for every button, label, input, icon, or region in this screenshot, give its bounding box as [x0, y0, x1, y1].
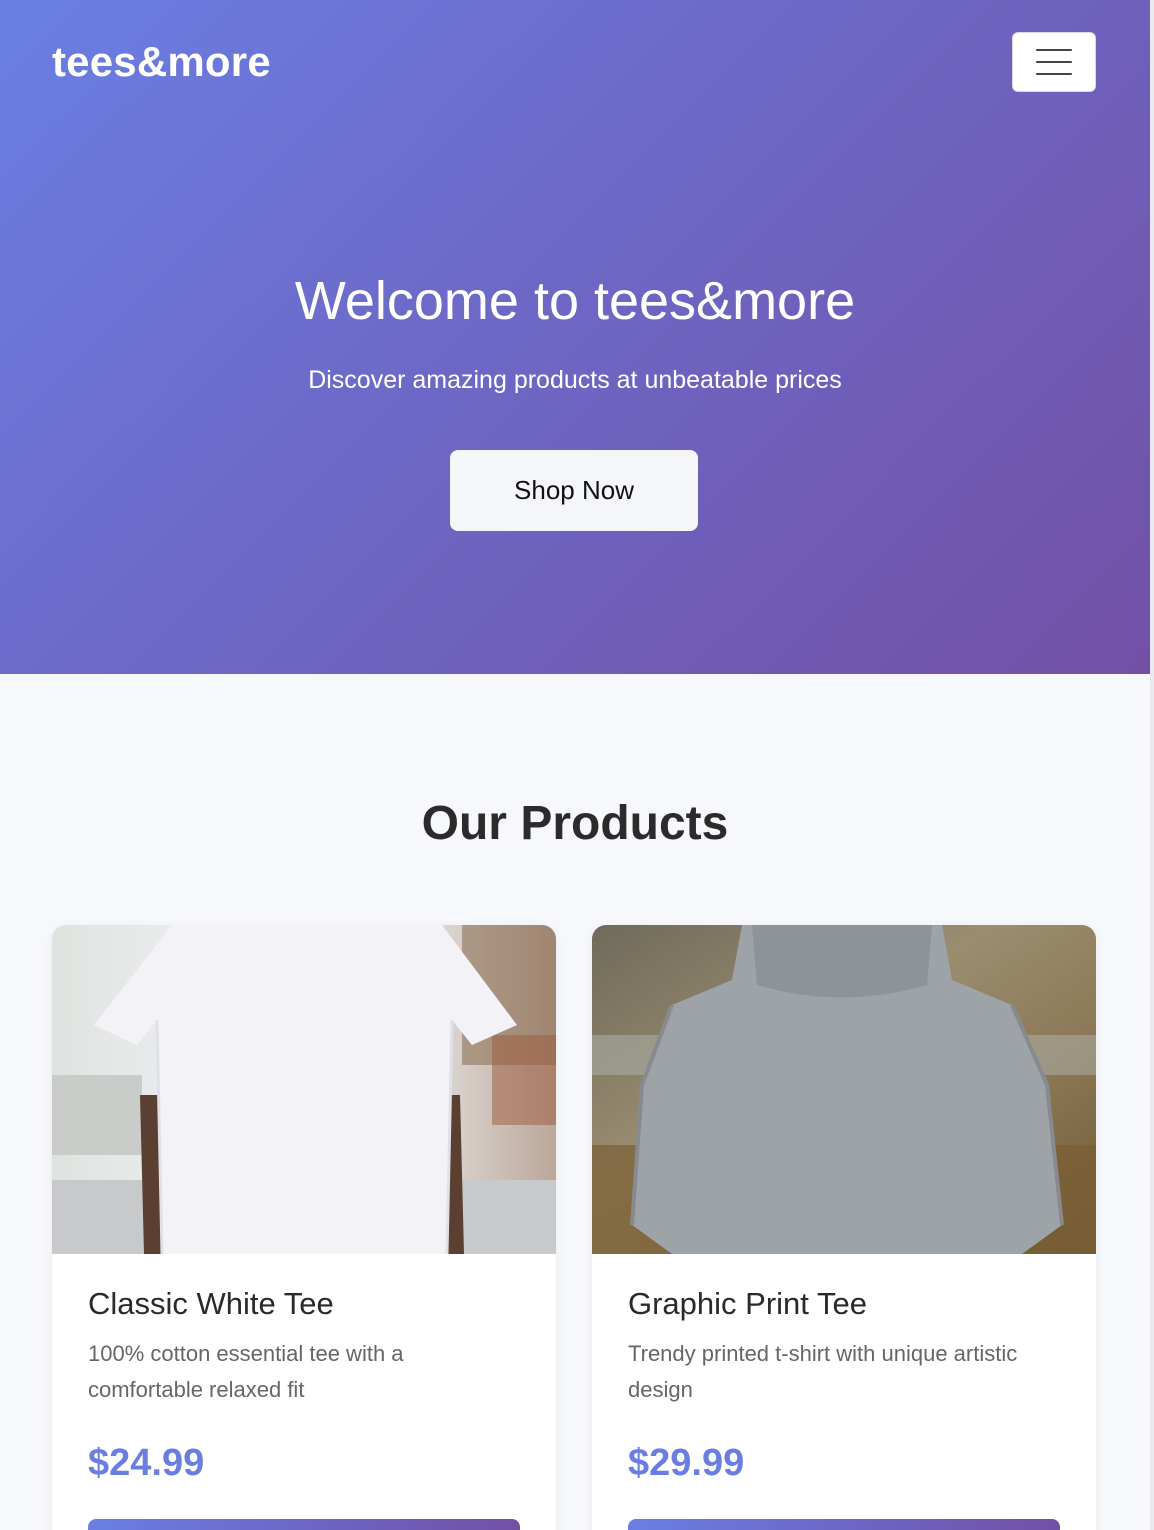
product-price: $29.99	[628, 1442, 745, 1484]
menu-toggle-button[interactable]	[1012, 32, 1096, 92]
hamburger-menu-icon	[1036, 73, 1072, 75]
add-to-cart-button[interactable]	[628, 1519, 1060, 1530]
white-tshirt-photo	[52, 925, 556, 1254]
add-to-cart-button[interactable]	[88, 1519, 520, 1530]
product-image[interactable]	[52, 925, 556, 1254]
product-price: $24.99	[88, 1442, 205, 1484]
hero-subtitle: Discover amazing products at unbeatable …	[308, 366, 842, 394]
product-card[interactable]: Graphic Print Tee Trendy printed t-shirt…	[592, 925, 1096, 1530]
products-section-title: Our Products	[421, 797, 729, 850]
product-name: Classic White Tee	[88, 1286, 334, 1321]
product-card[interactable]: Classic White Tee 100% cotton essential …	[52, 925, 556, 1530]
hero-section: tees&more Welcome to tees&more Discover …	[0, 0, 1150, 674]
product-description: Trendy printed t-shirt with unique artis…	[628, 1341, 1018, 1402]
hero-title: Welcome to tees&more	[294, 271, 856, 331]
shop-now-button[interactable]: Shop Now	[450, 450, 698, 531]
hamburger-menu-icon	[1036, 49, 1072, 51]
brand-logo[interactable]: tees&more	[52, 38, 271, 86]
scrollbar[interactable]	[1150, 0, 1154, 1530]
product-name: Graphic Print Tee	[628, 1286, 867, 1321]
hamburger-menu-icon	[1036, 61, 1072, 63]
grey-hoodie-photo	[592, 925, 1096, 1254]
product-description: 100% cotton essential tee with a comfort…	[88, 1341, 404, 1402]
product-image[interactable]	[592, 925, 1096, 1254]
